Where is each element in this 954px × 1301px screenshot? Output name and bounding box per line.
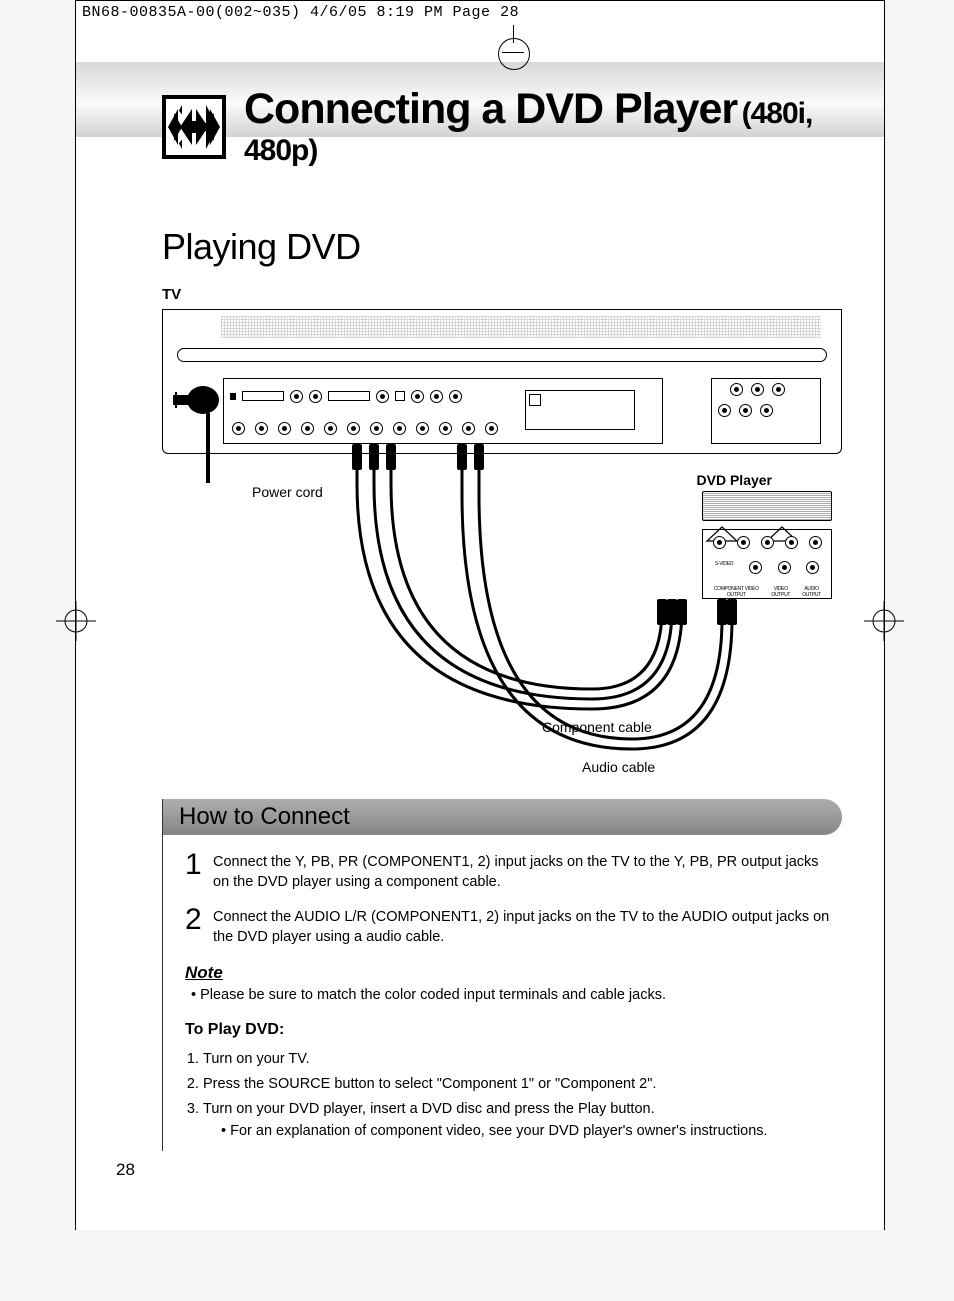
steps-body: 1 Connect the Y, PB, PR (COMPONENT1, 2) …	[162, 835, 842, 1151]
play-step: Turn on your DVD player, insert a DVD di…	[203, 1097, 832, 1142]
comp-out-label: COMPONENT VIDEO OUTPUT	[707, 586, 765, 598]
page-title: Connecting a DVD Player (480i, 480p)	[244, 85, 884, 168]
registration-mark-icon	[56, 601, 96, 641]
how-to-connect-section: How to Connect 1 Connect the Y, PB, PR (…	[162, 799, 842, 1151]
step-2: 2 Connect the AUDIO L/R (COMPONENT1, 2) …	[185, 908, 832, 947]
how-header: How to Connect	[162, 799, 842, 835]
note-heading: Note	[185, 963, 832, 983]
diagram: TV	[162, 286, 842, 779]
title-main: Connecting a DVD Player	[244, 85, 737, 133]
play-step: Turn on your TV.	[203, 1047, 832, 1072]
play-step-text: Turn on your DVD player, insert a DVD di…	[203, 1101, 655, 1117]
play-step: Press the SOURCE button to select "Compo…	[203, 1072, 832, 1097]
page-title-row: Connecting a DVD Player (480i, 480p)	[162, 85, 884, 168]
component-cable-label: Component cable	[542, 719, 652, 735]
dvd-jack-panel: S-VIDEO COMPONENT VIDEO OUTPUT VIDEO OUT…	[702, 529, 832, 599]
audio-out-label: AUDIO OUTPUT	[796, 586, 827, 598]
registration-mark-icon	[864, 601, 904, 641]
print-header: BN68-00835A-00(002~035) 4/6/05 8:19 PM P…	[76, 1, 884, 24]
step-number: 1	[185, 853, 203, 892]
dvd-player-label: DVD Player	[697, 472, 772, 488]
play-substep: • For an explanation of component video,…	[221, 1121, 832, 1141]
audio-cable-label: Audio cable	[582, 759, 655, 775]
tv-label: TV	[162, 286, 842, 303]
play-steps: Turn on your TV. Press the SOURCE button…	[203, 1047, 832, 1141]
manual-page: BN68-00835A-00(002~035) 4/6/05 8:19 PM P…	[75, 0, 885, 1230]
step-number: 2	[185, 908, 203, 947]
arrows-icon	[162, 95, 226, 159]
crop-mark-icon	[496, 21, 532, 57]
video-out-label: VIDEO OUTPUT	[765, 586, 796, 598]
page-number: 28	[116, 1160, 135, 1180]
dvd-player-icon	[702, 491, 832, 521]
step-1: 1 Connect the Y, PB, PR (COMPONENT1, 2) …	[185, 853, 832, 892]
section-title: Playing DVD	[162, 226, 884, 268]
connection-diagram: Power cord	[162, 309, 842, 779]
note-text: • Please be sure to match the color code…	[191, 987, 832, 1003]
step-text: Connect the Y, PB, PR (COMPONENT1, 2) in…	[213, 853, 832, 892]
step-text: Connect the AUDIO L/R (COMPONENT1, 2) in…	[213, 908, 832, 947]
to-play-heading: To Play DVD:	[185, 1021, 832, 1039]
svideo-label: S-VIDEO	[715, 561, 733, 574]
